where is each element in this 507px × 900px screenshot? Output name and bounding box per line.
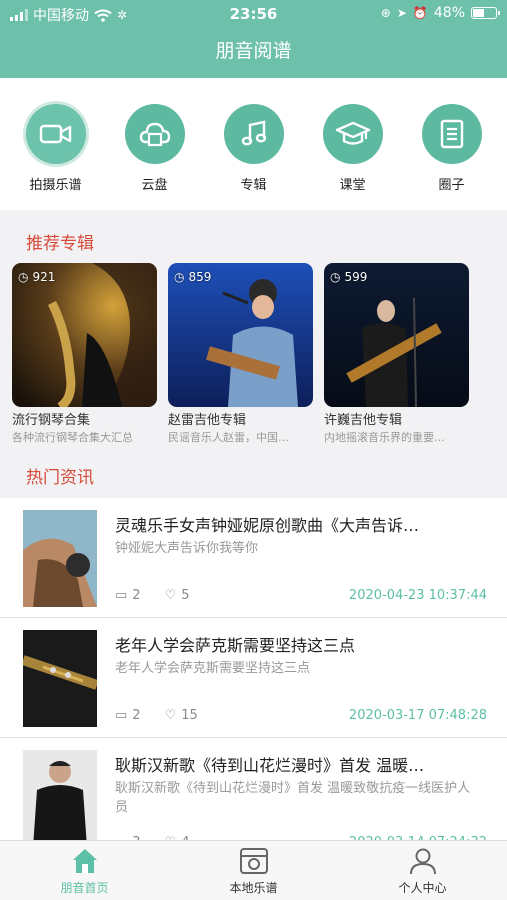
alarm-icon: ⏰	[412, 6, 428, 20]
news-thumbnail	[23, 510, 97, 607]
album-description: 民谣音乐人赵雷，中国…	[168, 431, 289, 444]
news-title: 老年人学会萨克斯需要坚持这三点	[115, 636, 356, 655]
news-item[interactable]: 耿斯汉新歌《待到山花烂漫时》首发 温暖… 耿斯汉新歌《待到山花烂漫时》首发 温暖…	[0, 738, 507, 850]
play-count: ◷ 599	[330, 270, 368, 284]
comment-count: 2	[132, 708, 141, 723]
heart-icon: ♡	[164, 588, 177, 603]
cloud-icon	[124, 104, 185, 164]
clock-icon: ◷	[18, 270, 29, 284]
news-stats: ▭ 2 ♡ 15	[115, 708, 198, 723]
play-count: ◷ 859	[174, 270, 212, 284]
quick-action-label: 专辑	[240, 178, 267, 193]
news-item[interactable]: 灵魂乐手女声钟娅妮原创歌曲《大声告诉… 钟娅妮大声告诉你我等你 ▭ 2 ♡ 5 …	[0, 498, 507, 618]
album-carousel[interactable]: ◷ 921 流行钢琴合集 各种流行钢琴合集大汇总 ◷ 859 赵雷吉他专辑 民谣音乐…	[12, 263, 507, 445]
quick-action-classroom[interactable]: 课堂	[308, 104, 398, 210]
news-summary: 耿斯汉新歌《待到山花烂漫时》首发 温暖致敬抗疫一线医护人员	[115, 781, 471, 815]
comment-count: 2	[132, 588, 141, 603]
tab-label: 个人中心	[398, 881, 447, 895]
quick-action-cloud[interactable]: 云盘	[110, 104, 200, 210]
tab-home[interactable]: 朋音首页	[0, 841, 169, 900]
quick-action-label: 课堂	[339, 178, 366, 193]
quick-action-label: 云盘	[141, 178, 168, 193]
album-description: 各种流行钢琴合集大汇总	[12, 431, 133, 444]
news-title: 耿斯汉新歌《待到山花烂漫时》首发 温暖…	[115, 756, 425, 775]
graduation-cap-icon	[322, 104, 383, 164]
section-title-hot-news: 热门资讯	[26, 468, 94, 488]
location-icon: ➤	[396, 6, 407, 20]
quick-action-album[interactable]: 专辑	[209, 104, 299, 210]
tab-profile[interactable]: 个人中心	[338, 841, 507, 900]
local-score-icon	[239, 848, 268, 874]
rotation-lock-icon: ⊕	[380, 6, 391, 20]
like-count: 15	[181, 708, 198, 723]
news-title: 灵魂乐手女声钟娅妮原创歌曲《大声告诉…	[115, 516, 420, 535]
album-card[interactable]: ◷ 599 许巍吉他专辑 内地摇滚音乐界的重要…	[324, 263, 469, 445]
news-item[interactable]: 老年人学会萨克斯需要坚持这三点 老年人学会萨克斯需要坚持这三点 ▭ 2 ♡ 15…	[0, 618, 507, 738]
camera-icon	[25, 104, 86, 164]
album-cover-image	[324, 263, 469, 407]
album-cover-image	[12, 263, 157, 407]
news-thumbnail	[23, 750, 97, 847]
news-thumbnail	[23, 630, 97, 727]
news-date: 2020-04-23 10:37:44	[348, 588, 487, 603]
section-title-recommended: 推荐专辑	[26, 234, 94, 254]
news-list: 灵魂乐手女声钟娅妮原创歌曲《大声告诉… 钟娅妮大声告诉你我等你 ▭ 2 ♡ 5 …	[0, 498, 507, 850]
clock-icon: ◷	[330, 270, 341, 284]
album-name: 许巍吉他专辑	[324, 413, 403, 428]
tab-label: 朋音首页	[60, 881, 109, 895]
tab-local-scores[interactable]: 本地乐谱	[169, 841, 338, 900]
album-name: 赵雷吉他专辑	[168, 413, 247, 428]
battery-icon	[471, 7, 500, 19]
quick-action-label: 圈子	[438, 178, 465, 193]
album-cover: ◷ 859	[168, 263, 313, 407]
comment-icon: ▭	[115, 708, 128, 723]
quick-action-circle[interactable]: 圈子	[407, 104, 497, 210]
bottom-tab-bar: 朋音首页 本地乐谱 个人中心	[0, 840, 507, 900]
album-description: 内地摇滚音乐界的重要…	[324, 431, 445, 444]
news-summary: 钟娅妮大声告诉你我等你	[115, 541, 259, 556]
news-summary: 老年人学会萨克斯需要坚持这三点	[115, 661, 311, 676]
heart-icon: ♡	[164, 708, 177, 723]
document-icon	[421, 104, 482, 164]
album-cover: ◷ 921	[12, 263, 157, 407]
album-name: 流行钢琴合集	[12, 413, 91, 428]
quick-action-scan-score[interactable]: 拍摄乐谱	[11, 104, 101, 210]
like-count: 5	[181, 588, 190, 603]
play-count: ◷ 921	[18, 270, 56, 284]
status-bar: 中国移动 ✲ 23:56 ⊕ ➤ ⏰ 48%	[0, 0, 507, 28]
tab-label: 本地乐谱	[229, 881, 278, 895]
album-card[interactable]: ◷ 859 赵雷吉他专辑 民谣音乐人赵雷，中国…	[168, 263, 313, 445]
home-icon	[72, 849, 97, 873]
app-title-bar: 朋音阅谱	[0, 28, 507, 78]
quick-action-label: 拍摄乐谱	[29, 178, 82, 193]
quick-actions-panel: 拍摄乐谱 云盘 专辑 课堂 圈子	[0, 78, 507, 210]
user-icon	[409, 848, 436, 875]
album-cover-image	[168, 263, 313, 407]
battery-percent: 48%	[433, 5, 465, 21]
page-title: 朋音阅谱	[215, 40, 292, 62]
album-card[interactable]: ◷ 921 流行钢琴合集 各种流行钢琴合集大汇总	[12, 263, 157, 445]
clock-icon: ◷	[174, 270, 185, 284]
comment-icon: ▭	[115, 588, 128, 603]
album-cover: ◷ 599	[324, 263, 469, 407]
music-note-icon	[223, 104, 284, 164]
news-stats: ▭ 2 ♡ 5	[115, 588, 190, 603]
news-date: 2020-03-17 07:48:28	[348, 708, 487, 723]
